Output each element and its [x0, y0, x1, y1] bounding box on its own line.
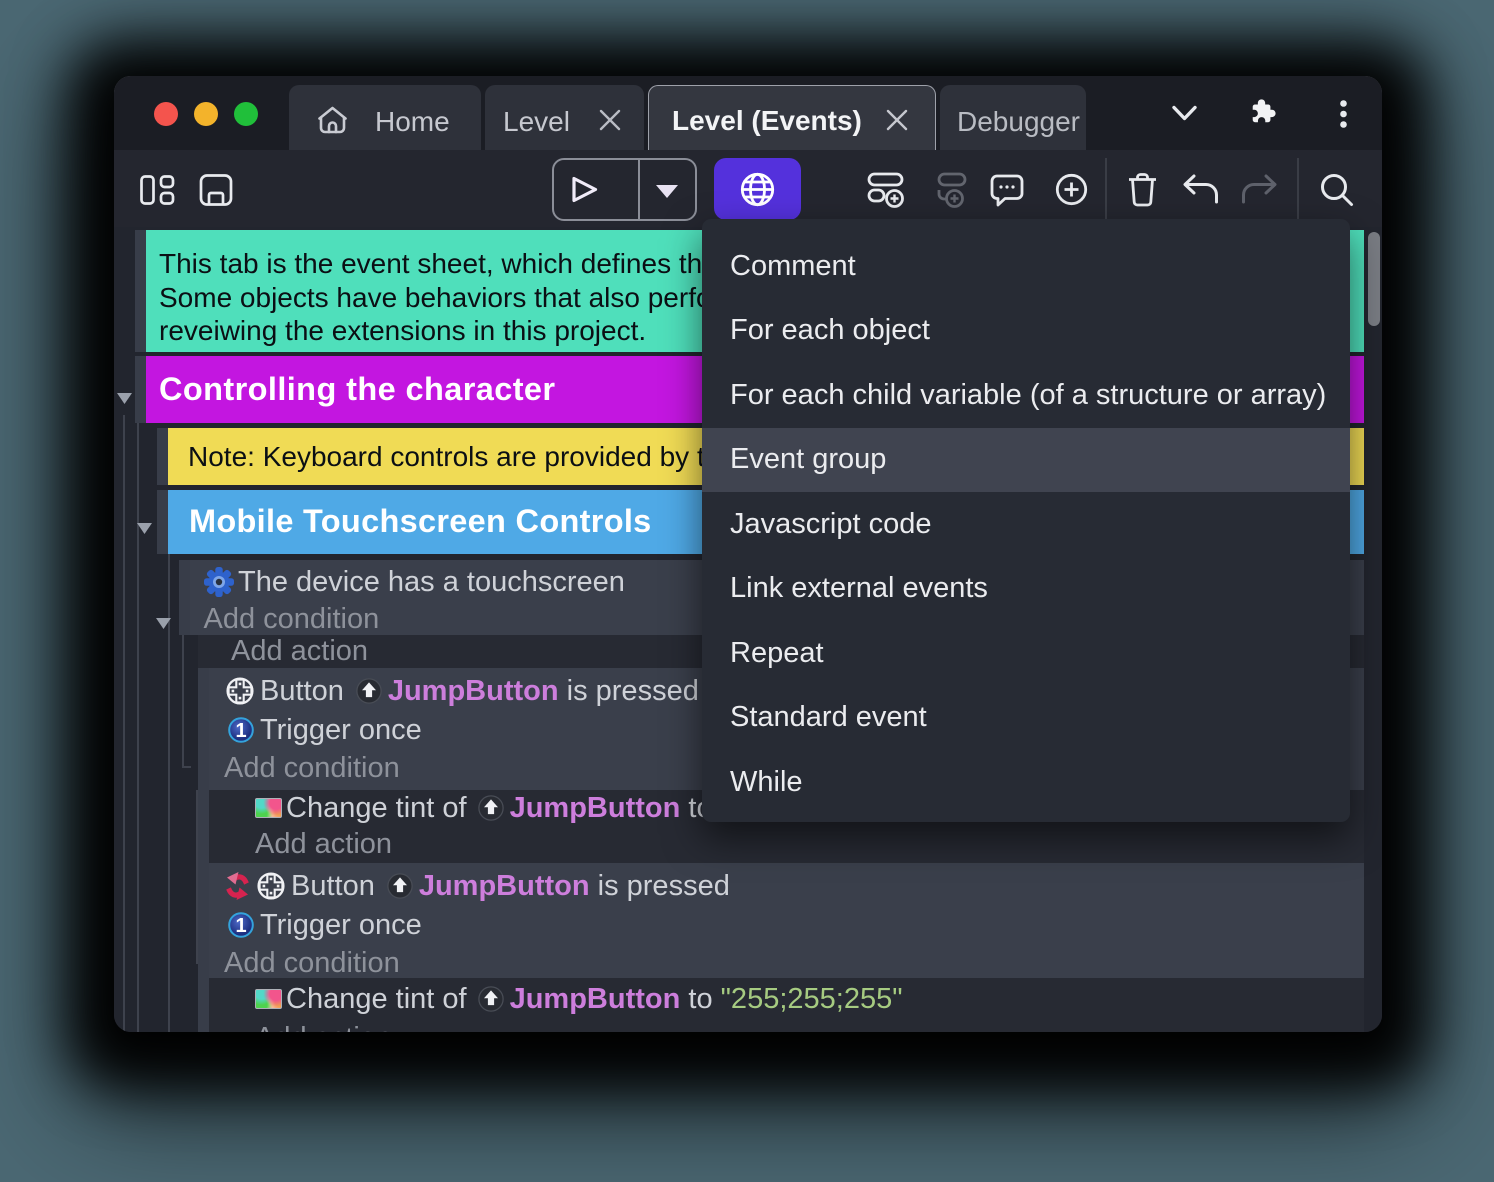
- svg-text:1: 1: [235, 915, 246, 937]
- svg-text:1: 1: [235, 720, 246, 742]
